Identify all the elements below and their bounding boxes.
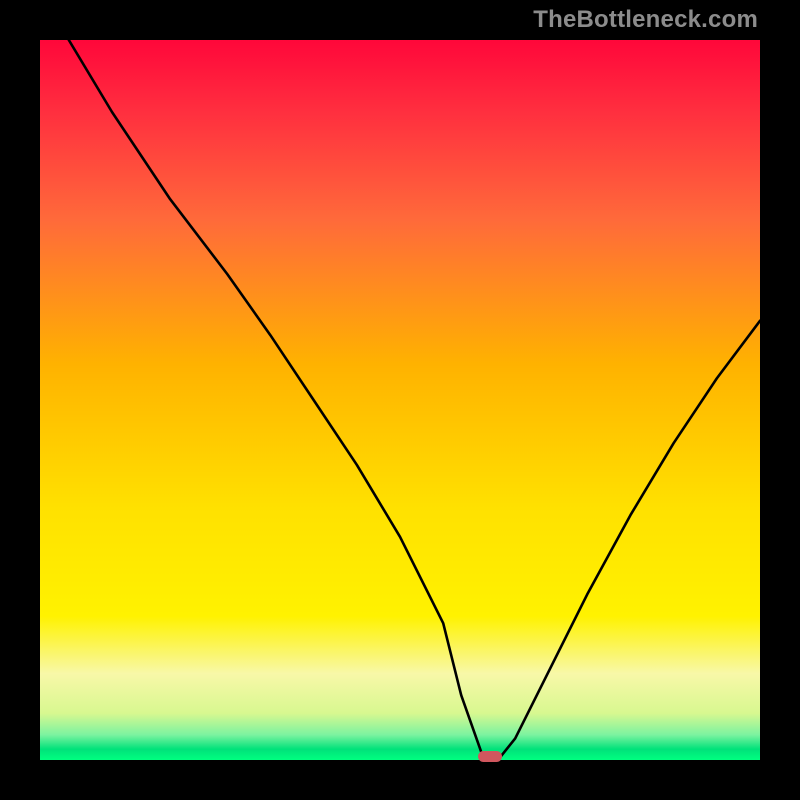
optimal-marker — [478, 751, 501, 763]
watermark-text: TheBottleneck.com — [533, 6, 758, 34]
bottleneck-chart — [40, 40, 760, 760]
chart-frame: TheBottleneck.com — [0, 0, 800, 800]
gradient-background — [40, 40, 760, 760]
plot-area — [40, 40, 760, 760]
